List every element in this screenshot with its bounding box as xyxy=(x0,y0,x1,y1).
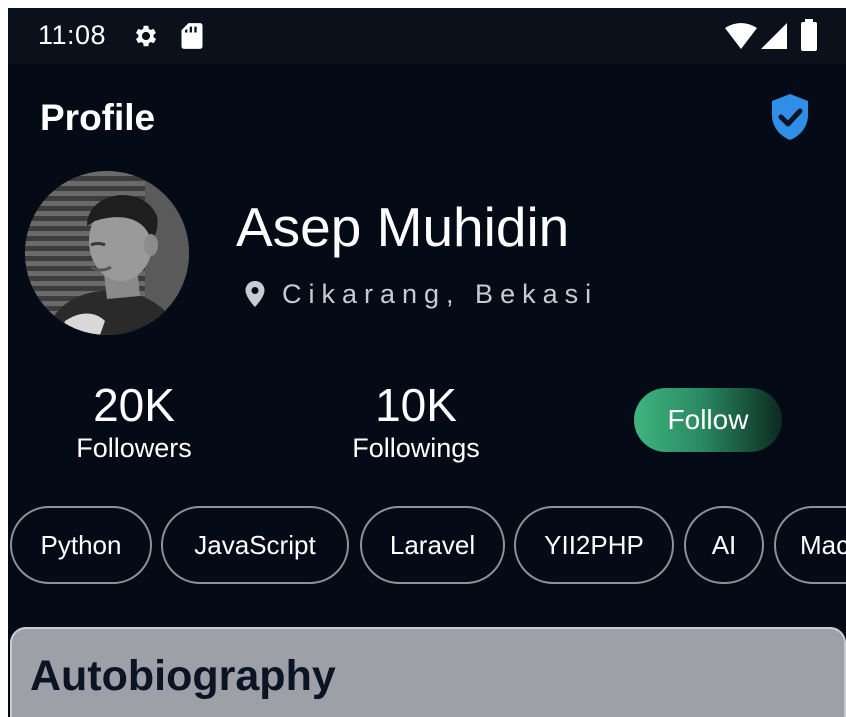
skill-tags-list[interactable]: Python JavaScript Laravel YII2PHP AI Mac xyxy=(8,506,846,588)
profile-name: Asep Muhidin xyxy=(236,196,570,258)
location-pin-icon xyxy=(245,281,265,307)
signal-icon xyxy=(761,23,787,49)
status-time: 11:08 xyxy=(38,20,107,50)
tag-laravel[interactable]: Laravel xyxy=(360,506,505,584)
follow-button[interactable]: Follow xyxy=(634,388,782,452)
tag-mac[interactable]: Mac xyxy=(774,506,846,584)
tag-javascript[interactable]: JavaScript xyxy=(161,506,349,584)
followers-label: Followers xyxy=(76,433,192,463)
followings-label: Followings xyxy=(352,433,480,463)
followers-count: 20K xyxy=(93,379,175,431)
autobiography-card: Autobiography xyxy=(10,627,846,717)
tag-yii2php[interactable]: YII2PHP xyxy=(514,506,674,584)
tag-ai[interactable]: AI xyxy=(684,506,764,584)
followings-stat[interactable]: 10K Followings xyxy=(326,380,506,464)
tag-python[interactable]: Python xyxy=(10,506,152,584)
avatar xyxy=(25,171,189,335)
profile-photo xyxy=(25,171,189,335)
app-screen: 11:08 Profile Asep Muhidin Cikarang, Bek… xyxy=(8,8,846,717)
page-title: Profile xyxy=(40,97,156,138)
sd-card-icon xyxy=(181,23,203,49)
autobiography-title: Autobiography xyxy=(30,652,336,700)
wifi-icon xyxy=(725,23,757,49)
verified-shield-icon[interactable] xyxy=(768,92,812,142)
gear-icon xyxy=(135,25,157,47)
battery-icon xyxy=(801,19,817,51)
followers-stat[interactable]: 20K Followers xyxy=(54,380,214,464)
status-bar: 11:08 xyxy=(8,8,846,64)
profile-location: Cikarang, Bekasi xyxy=(282,279,599,309)
followings-count: 10K xyxy=(375,379,457,431)
